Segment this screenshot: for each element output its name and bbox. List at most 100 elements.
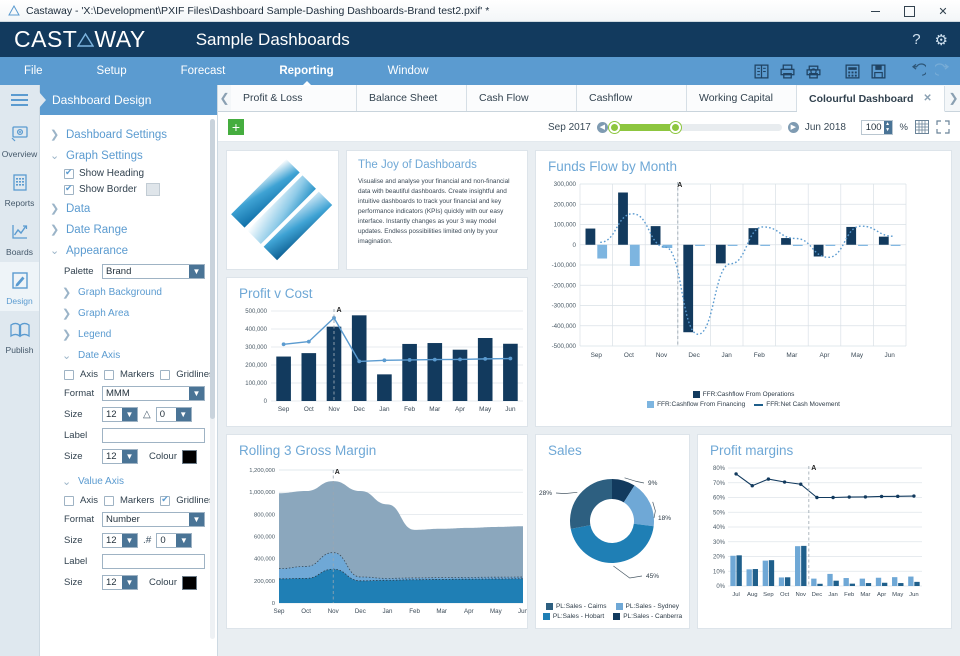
print-preview-icon[interactable]	[805, 63, 822, 80]
menu-item-forecast[interactable]: Forecast	[171, 57, 236, 85]
tab-balance-sheet[interactable]: Balance Sheet	[357, 85, 467, 111]
castaway-logo-image	[231, 159, 333, 261]
rail-item-boards[interactable]: Boards	[0, 213, 39, 262]
date-axis-size2-select[interactable]: 12 ▼	[102, 449, 138, 464]
widget-joy-of-dashboards[interactable]: The Joy of Dashboards Visualise and anal…	[346, 150, 528, 270]
save-icon[interactable]	[870, 63, 887, 80]
svg-text:Jun: Jun	[505, 406, 516, 413]
checkbox-row-show-heading[interactable]: Show Heading	[40, 166, 217, 181]
svg-text:50%: 50%	[713, 510, 726, 516]
redo-icon[interactable]	[935, 62, 952, 80]
date-axis-size-select[interactable]: 12 ▼	[102, 407, 138, 422]
menu-item-window[interactable]: Window	[378, 57, 439, 85]
widget-rolling-3-gross-margin[interactable]: Rolling 3 Gross Margin 1,200,000 1,000,00…	[226, 434, 529, 629]
minimize-button[interactable]	[858, 0, 892, 22]
value-axis-gridlines-checkbox[interactable]	[160, 494, 171, 506]
range-step-forward-icon[interactable]: ▶	[787, 121, 799, 133]
value-axis-decimal-select[interactable]: 0 ▼	[156, 533, 193, 548]
date-axis-axis-checkbox[interactable]	[64, 369, 74, 380]
date-axis-gridlines-checkbox[interactable]	[160, 369, 171, 380]
value-axis-gridlines-label: Gridlines	[176, 495, 214, 506]
section-value-axis[interactable]: ⌄ Value Axis	[40, 471, 217, 492]
grid-icon[interactable]	[915, 120, 929, 134]
menu-item-file[interactable]: File	[14, 57, 53, 85]
value-axis-size2-value: 12	[106, 577, 117, 588]
section-appearance[interactable]: ⌄ Appearance	[40, 240, 217, 261]
undo-icon[interactable]	[909, 62, 926, 80]
tab-cash-flow[interactable]: Cash Flow	[467, 85, 577, 111]
help-icon[interactable]: ?	[912, 31, 920, 48]
value-axis-format-select[interactable]: Number ▼	[102, 512, 205, 527]
add-widget-button[interactable]: +	[228, 118, 244, 135]
svg-text:400,000: 400,000	[245, 327, 267, 333]
menu-item-reporting[interactable]: Reporting	[269, 57, 343, 86]
slider-handle-end[interactable]	[669, 121, 681, 133]
show-heading-checkbox[interactable]	[64, 167, 74, 179]
slider-handle-start[interactable]	[608, 121, 620, 133]
date-axis-markers-checkbox[interactable]	[103, 369, 114, 380]
rail-label-reports: Reports	[4, 198, 35, 208]
show-border-checkbox[interactable]	[64, 183, 74, 195]
rail-item-reports[interactable]: Reports	[0, 164, 39, 213]
section-legend[interactable]: ❯ Legend	[40, 324, 217, 345]
value-axis-size-select[interactable]: 12 ▼	[102, 533, 138, 548]
widget-profit-margins[interactable]: Profit margins 80% 70% 60% 50% 40% 30% 20% 10% 0…	[697, 434, 952, 629]
value-axis-colour-swatch[interactable]	[182, 575, 197, 590]
legend-swatch	[542, 613, 550, 620]
svg-text:Dec: Dec	[812, 592, 823, 598]
zoom-input[interactable]: 100 ▲ ▼	[860, 119, 893, 135]
chart-sales-donut: 9% 18% 45% 28%	[539, 477, 671, 580]
panel-scrollbar[interactable]	[210, 119, 215, 639]
widget-sales[interactable]: Sales 9% 18% 45% 28% PL:Sales - Cairns P…	[535, 434, 690, 629]
menu-item-setup[interactable]: Setup	[87, 57, 137, 85]
value-axis-axis-checkbox[interactable]	[64, 495, 74, 506]
value-axis-label-input[interactable]	[102, 554, 205, 569]
section-dashboard-settings[interactable]: ❯ Dashboard Settings	[40, 124, 217, 145]
tab-scroll-left-icon[interactable]: ❮	[218, 84, 231, 111]
date-range-slider[interactable]	[608, 121, 782, 133]
hamburger-icon[interactable]	[0, 85, 39, 115]
legend-swatch	[615, 603, 623, 610]
gear-icon[interactable]: ⚙	[935, 31, 948, 49]
date-axis-colour-swatch[interactable]	[182, 449, 197, 464]
tab-profit-and-loss[interactable]: Profit & Loss	[231, 85, 357, 111]
widget-profit-v-cost[interactable]: Profit v Cost 500,000 400,000 300,000 200,0…	[226, 277, 528, 427]
border-colour-swatch[interactable]	[145, 183, 160, 196]
rail-item-publish[interactable]: Publish	[0, 311, 39, 360]
value-axis-size2-select[interactable]: 12 ▼	[102, 575, 138, 590]
rail-item-design[interactable]: Design	[0, 262, 39, 311]
rail-item-overview[interactable]: Overview	[0, 115, 39, 164]
section-graph-area[interactable]: ❯ Graph Area	[40, 303, 217, 324]
section-date-axis[interactable]: ⌄ Date Axis	[40, 345, 217, 366]
section-graph-settings[interactable]: ⌄ Graph Settings	[40, 145, 217, 166]
report-icon[interactable]	[753, 63, 770, 80]
print-icon[interactable]	[779, 63, 796, 80]
maximize-button[interactable]	[892, 0, 926, 22]
palette-select[interactable]: Brand ▼	[102, 264, 205, 279]
checkbox-row-show-border[interactable]: Show Border	[40, 181, 217, 198]
section-data[interactable]: ❯ Data	[40, 198, 217, 219]
svg-text:A: A	[811, 465, 816, 472]
calculator-icon[interactable]	[844, 63, 861, 80]
close-button[interactable]: ✕	[926, 0, 960, 22]
value-axis-size-label: Size	[64, 535, 83, 546]
tab-colourful-dashboard[interactable]: Colourful Dashboard ✕	[797, 86, 945, 112]
date-axis-angle-select[interactable]: 0 ▼	[155, 407, 192, 422]
tab-working-capital[interactable]: Working Capital	[687, 85, 797, 111]
fullscreen-icon[interactable]	[936, 120, 950, 134]
tab-scroll-right-icon[interactable]: ❯	[947, 84, 960, 111]
range-step-back-icon[interactable]: ◀	[596, 121, 608, 133]
app-title: Sample Dashboards	[195, 29, 350, 49]
date-axis-format-select[interactable]: MMM ▼	[102, 386, 205, 401]
tab-cashflow[interactable]: Cashflow	[577, 85, 687, 111]
close-icon[interactable]: ✕	[923, 93, 931, 104]
zoom-stepper[interactable]: ▲ ▼	[883, 120, 892, 134]
section-date-range[interactable]: ❯ Date Range	[40, 219, 217, 240]
widget-logo-image[interactable]	[226, 150, 339, 270]
section-graph-background[interactable]: ❯ Graph Background	[40, 282, 217, 303]
svg-text:800,000: 800,000	[254, 512, 275, 518]
dashboard-row-2: Profit v Cost 500,000 400,000 300,000 200,0…	[226, 277, 952, 427]
dashboard-design-panel: Dashboard Design ❯ Dashboard Settings ⌄ …	[39, 85, 218, 656]
date-axis-label-input[interactable]	[102, 428, 205, 443]
value-axis-markers-checkbox[interactable]	[103, 495, 114, 506]
